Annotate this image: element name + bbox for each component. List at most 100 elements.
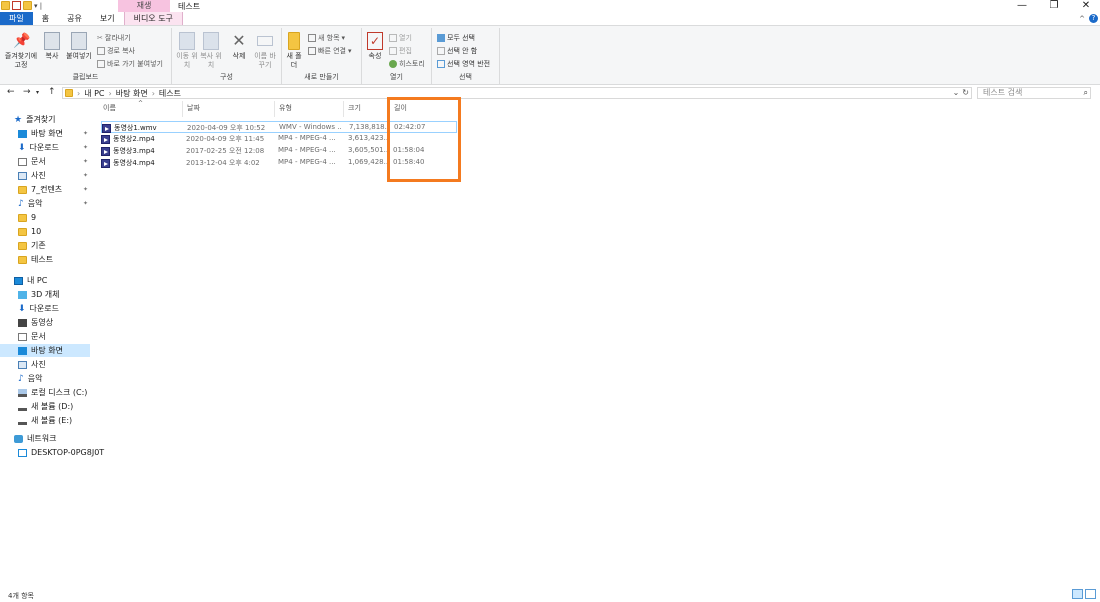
status-item-count: 4개 항목 [8,592,34,600]
tab-share[interactable]: 공유 [58,12,91,25]
properties-button[interactable]: ✓ 속성 [365,32,385,61]
sidebar-item-10[interactable]: 10 [0,225,90,238]
rename-button[interactable]: 이름 바꾸기 [252,32,278,70]
star-icon: ★ [14,114,23,125]
copy-path-button[interactable]: 경로 복사 [97,46,135,56]
details-view-icon[interactable] [1072,589,1083,599]
recent-locations-chevron-icon[interactable]: ▾ [36,89,39,96]
sidebar-item-desktop-computer[interactable]: DESKTOP-0PG8J0T [0,446,104,459]
sidebar-item-music[interactable]: ♪ 음악 ✦ [0,197,90,210]
folder-icon [288,32,300,50]
select-none-button[interactable]: 선택 안 함 [437,46,477,56]
properties-icon[interactable] [12,1,21,10]
sidebar-item-pc-documents[interactable]: 문서 [0,330,90,343]
pin-icon: ✦ [82,172,88,179]
new-group-label: 새로 만들기 [304,73,339,81]
customize-toolbar-icon[interactable]: ▾ | [34,2,42,10]
sidebar-item-drive-e[interactable]: 새 볼륨 (E:) [0,414,90,427]
folder-icon[interactable] [1,1,10,10]
column-divider[interactable] [274,101,275,117]
tab-view[interactable]: 보기 [91,12,124,25]
column-divider[interactable] [182,101,183,117]
move-to-button[interactable]: 이동 위치 [176,32,198,70]
ribbon: 📌 즐겨찾기에 고정 복사 붙여넣기 ✂ 잘라내기 경로 복사 바로 가기 붙여… [0,25,1100,85]
up-arrow-icon[interactable]: ↑ [48,87,56,97]
help-icon[interactable]: ? [1089,14,1098,23]
sidebar-item-test[interactable]: 테스트 [0,253,90,266]
drive-icon [18,417,27,425]
column-header-type[interactable]: 유형 [279,103,292,115]
breadcrumb-separator-icon[interactable]: › [152,89,155,98]
column-header-name[interactable]: 이름 [103,103,116,115]
folder-icon [18,241,27,250]
video-file-icon [101,158,110,168]
delete-button[interactable]: ✕ 삭제 [228,32,250,61]
collapse-ribbon-icon[interactable]: ^ [1079,15,1085,23]
sidebar-item-desktop[interactable]: 바탕 화면 ✦ [0,127,90,140]
column-header-date[interactable]: 날짜 [187,103,200,115]
column-header-size[interactable]: 크기 [348,103,361,115]
sidebar-item-documents[interactable]: 문서 ✦ [0,155,90,168]
large-icons-view-icon[interactable] [1085,589,1096,599]
music-icon: ♪ [18,198,24,209]
sidebar-item-quick-access[interactable]: ★ 즐겨찾기 [14,113,90,126]
sidebar-item-network[interactable]: 네트워크 [0,432,90,445]
sidebar-item-drive-c[interactable]: 로컬 디스크 (C:) [0,386,90,399]
copy-to-icon [203,32,219,50]
file-type: WMV - Windows ... [279,123,341,131]
open-button[interactable]: 열기 [389,33,412,43]
minimize-button[interactable]: — [1016,0,1028,11]
easy-access-button[interactable]: 빠른 연결 ▾ [308,46,352,56]
cut-button[interactable]: ✂ 잘라내기 [97,33,131,43]
sidebar-item-pc-downloads[interactable]: ⬇ 다운로드 [0,302,90,315]
new-folder-button[interactable]: 새 폴더 [286,32,302,70]
sidebar-item-drive-d[interactable]: 새 볼륨 (D:) [0,400,90,413]
back-arrow-icon[interactable]: ← [7,87,15,97]
address-history-chevron-icon[interactable]: ⌄ [953,88,960,97]
breadcrumb-separator-icon[interactable]: › [109,89,112,98]
close-button[interactable]: ✕ [1080,0,1092,11]
navigation-bar: ← → ▾ ↑ › 내 PC › 바탕 화면 › 테스트 ⌄ ↻ [0,86,1100,100]
copy-to-button[interactable]: 복사 위치 [200,32,222,70]
paste-shortcut-button[interactable]: 바로 가기 붙여넣기 [97,59,163,69]
address-bar[interactable]: › 내 PC › 바탕 화면 › 테스트 ⌄ ↻ [62,87,972,99]
folder-icon [18,185,27,194]
copy-button[interactable]: 복사 [42,32,62,61]
breadcrumb-desktop[interactable]: 바탕 화면 [116,88,148,99]
history-button[interactable]: 히스토리 [389,59,425,69]
sidebar-item-pc-music[interactable]: ♪ 음악 [0,372,90,385]
sidebar-item-7-contents[interactable]: 7_컨텐츠 ✦ [0,183,90,196]
paste-button[interactable]: 붙여넣기 [64,32,94,61]
search-icon[interactable]: ⌕ [1084,88,1088,98]
breadcrumb-this-pc[interactable]: 내 PC [84,88,104,99]
refresh-icon[interactable]: ↻ [962,88,969,97]
invert-selection-button[interactable]: 선택 영역 반전 [437,59,490,69]
breadcrumb-test[interactable]: 테스트 [159,88,181,99]
sidebar-item-9[interactable]: 9 [0,211,90,224]
new-item-button[interactable]: 새 항목 ▾ [308,33,345,43]
pin-quick-access-button[interactable]: 📌 즐겨찾기에 고정 [2,32,40,70]
sidebar-item-this-pc[interactable]: 내 PC [0,274,90,287]
sidebar-item-3d-objects[interactable]: 3D 개체 [0,288,90,301]
new-item-icon [308,34,316,42]
search-input[interactable]: 테스트 검색 ⌕ [977,87,1091,99]
maximize-button[interactable]: ❐ [1048,0,1060,11]
file-name: 동영상2.mp4 [113,135,155,143]
sidebar-item-downloads[interactable]: ⬇ 다운로드 ✦ [0,141,90,154]
tab-file[interactable]: 파일 [0,12,33,25]
sidebar-item-pictures[interactable]: 사진 ✦ [0,169,90,182]
select-all-button[interactable]: 모두 선택 [437,33,475,43]
tab-video-tools[interactable]: 비디오 도구 [123,12,183,25]
paste-icon [71,32,87,50]
sidebar-item-pc-pictures[interactable]: 사진 [0,358,90,371]
sidebar-item-videos[interactable]: 동영상 [0,316,90,329]
forward-arrow-icon[interactable]: → [23,87,31,97]
sidebar-item-existing[interactable]: 기존 [0,239,90,252]
sidebar-item-pc-desktop[interactable]: 바탕 화면 [0,344,90,357]
new-folder-icon[interactable] [23,1,32,10]
tab-home[interactable]: 홈 [33,12,58,25]
column-divider[interactable] [343,101,344,117]
chevron-down-icon: ▾ [348,47,352,55]
breadcrumb-separator-icon[interactable]: › [77,89,80,98]
edit-button[interactable]: 편집 [389,46,412,56]
